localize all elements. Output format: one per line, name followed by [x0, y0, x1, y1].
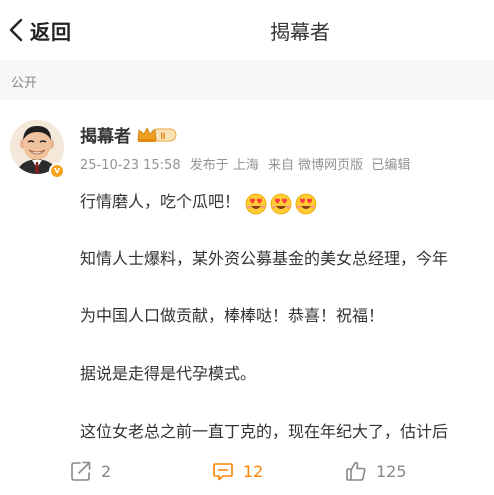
- post-paragraph: 为中国人口做贡献，棒棒哒！恭喜！祝福！: [80, 306, 385, 325]
- like-count: 125: [376, 461, 407, 481]
- like-button[interactable]: 125: [345, 460, 407, 482]
- post-source: 来自 微博网页版: [268, 158, 364, 173]
- author-name[interactable]: 揭幕者: [80, 122, 131, 147]
- post-action-bar: 2 12 125: [0, 445, 494, 495]
- post-card: v 揭幕者 II 25-10-23 15:58 发布于 上海 来自 微博网页版 …: [0, 100, 494, 445]
- visibility-bar: 公开: [0, 60, 494, 100]
- post-paragraph: 据说是走得是代孕模式。: [80, 364, 257, 383]
- post-meta: 25-10-23 15:58 发布于 上海 来自 微博网页版 已编辑: [80, 154, 415, 173]
- vip-crown-badge-icon[interactable]: II: [137, 126, 177, 144]
- share-icon: [71, 461, 91, 481]
- post-edited-label: 已编辑: [371, 158, 411, 173]
- share-button[interactable]: 2: [70, 460, 111, 482]
- post-paragraph: 知情人士爆料，某外资公募基金的美女总经理，今年: [80, 249, 449, 268]
- comment-count: 12: [243, 461, 264, 481]
- visibility-label: 公开: [11, 76, 38, 91]
- comment-icon: [213, 463, 233, 481]
- top-nav-bar: 返回 揭幕者: [0, 0, 494, 60]
- heart-eyes-face-icon: [295, 193, 317, 214]
- post-paragraph-text: 行情磨人，吃个瓜吧！: [80, 192, 241, 211]
- post-paragraph: 行情磨人，吃个瓜吧！: [80, 188, 319, 215]
- post-timestamp: 25-10-23 15:58: [80, 158, 181, 173]
- post-paragraph: 这位女老总之前一直丁克的，现在年纪大了，估计后: [80, 422, 449, 441]
- heart-eyes-face-icon: [270, 193, 292, 214]
- verified-badge-icon: v: [49, 163, 65, 179]
- heart-eyes-face-icon: [245, 193, 267, 214]
- comment-button[interactable]: 12: [212, 460, 263, 482]
- vip-level-text: II: [160, 131, 165, 141]
- emoji-row: [244, 191, 319, 215]
- author-line: 揭幕者 II: [80, 122, 177, 147]
- thumbs-up-icon: [346, 461, 366, 481]
- page-title: 揭幕者: [270, 20, 330, 44]
- post-location: 发布于 上海: [189, 158, 259, 173]
- share-count: 2: [101, 461, 112, 481]
